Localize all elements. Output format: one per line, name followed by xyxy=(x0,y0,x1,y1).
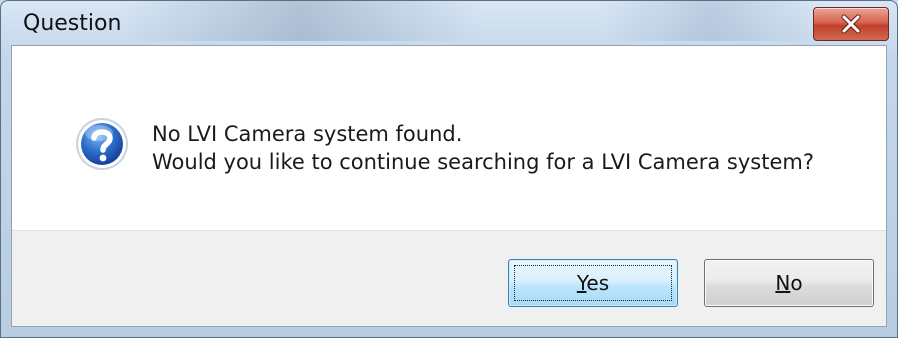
no-button-label: No xyxy=(775,271,802,295)
label-rest: es xyxy=(586,271,610,295)
message-line: Would you like to continue searching for… xyxy=(152,150,814,174)
dialog-body: No LVI Camera system found. Would you li… xyxy=(11,45,887,327)
yes-button-label: Yes xyxy=(577,271,609,295)
no-button[interactable]: No xyxy=(704,259,874,307)
message-line: No LVI Camera system found. xyxy=(152,122,463,146)
message-text: No LVI Camera system found. Would you li… xyxy=(152,120,814,176)
question-icon xyxy=(76,118,128,170)
mnemonic: Y xyxy=(576,271,587,295)
close-icon xyxy=(841,14,861,34)
question-dialog: Question No LVI Camera system found. Wou… xyxy=(0,0,898,338)
message-area: No LVI Camera system found. Would you li… xyxy=(12,46,886,230)
window-title: Question xyxy=(23,11,122,36)
button-bar: Yes No xyxy=(12,230,886,326)
close-button[interactable] xyxy=(813,7,889,41)
label-rest: o xyxy=(790,271,803,295)
yes-button[interactable]: Yes xyxy=(508,259,678,307)
mnemonic: N xyxy=(775,271,791,295)
title-bar[interactable]: Question xyxy=(1,1,897,45)
